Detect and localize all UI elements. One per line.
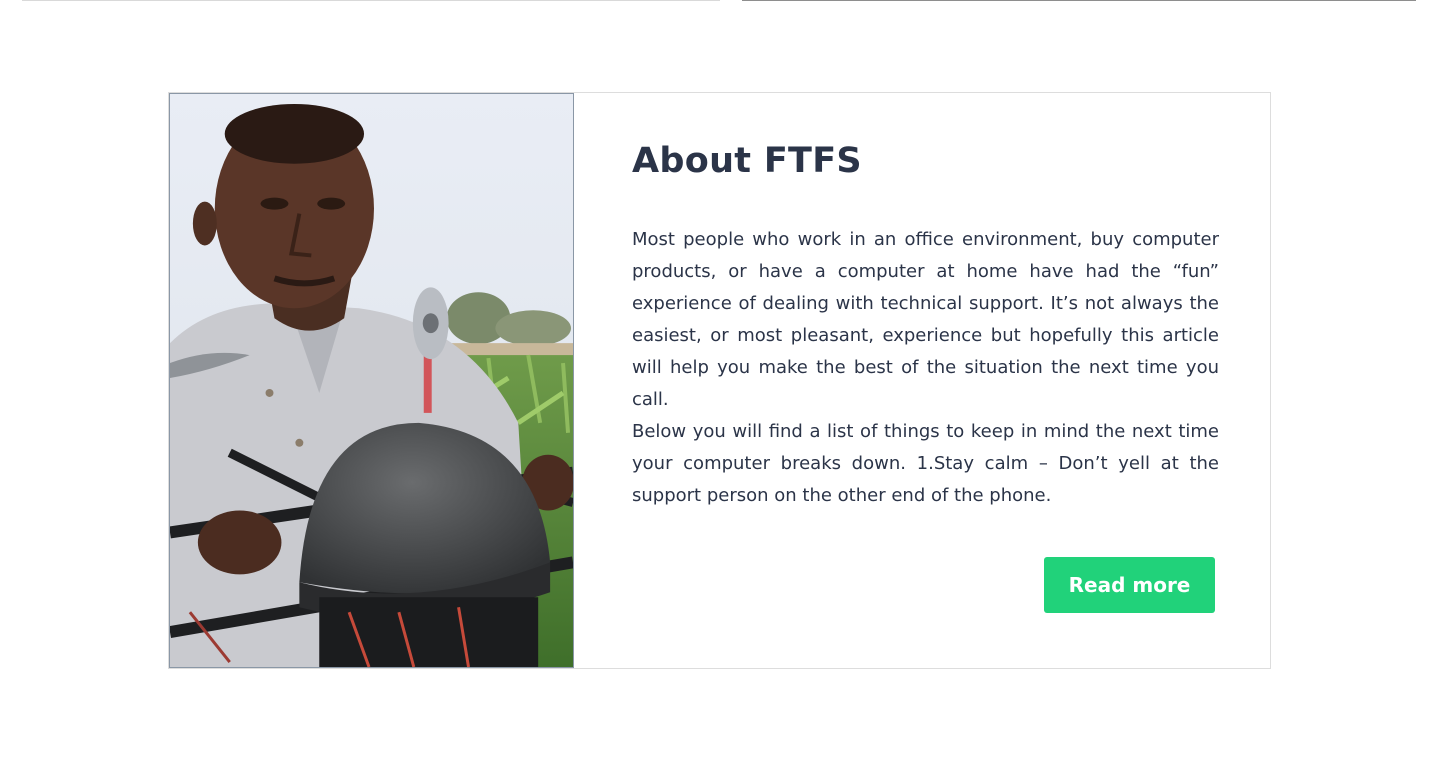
about-paragraph-1: Most people who work in an office enviro… bbox=[632, 229, 1219, 410]
read-more-button[interactable]: Read more bbox=[1044, 557, 1215, 613]
top-divider-left bbox=[22, 0, 720, 1]
top-divider-right bbox=[742, 0, 1416, 1]
about-card: About FTFS Most people who work in an of… bbox=[168, 92, 1271, 669]
farmer-with-drone-photo bbox=[169, 93, 574, 668]
about-title: About FTFS bbox=[632, 141, 862, 181]
about-paragraph-2: Below you will find a list of things to … bbox=[632, 421, 1219, 506]
